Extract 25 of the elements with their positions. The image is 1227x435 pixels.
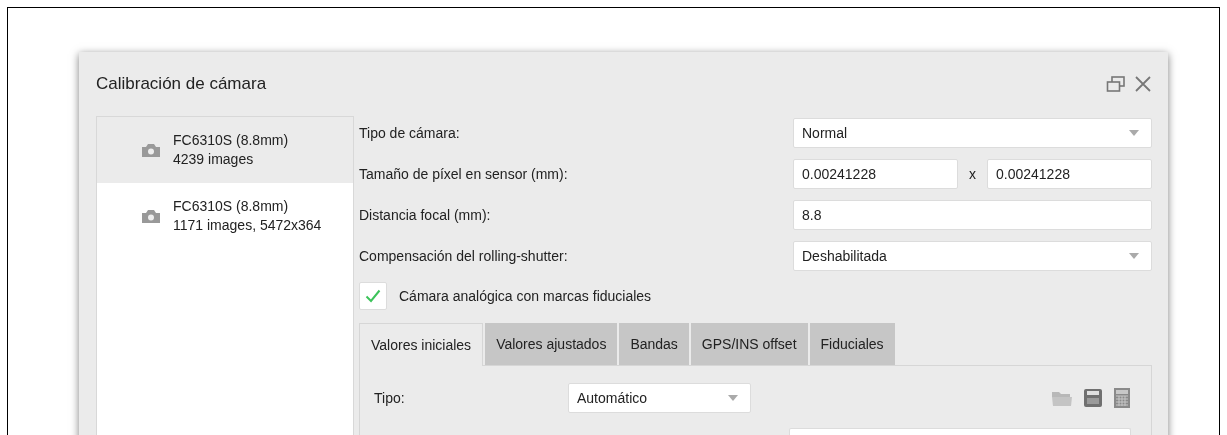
field-label: Distancia focal (mm): [359,207,491,223]
input-field[interactable]: 0.00241228 [793,159,958,189]
camera-name: FC6310S (8.8mm) [173,197,290,216]
field-label: Tamaño de píxel en sensor (mm): [359,166,568,182]
camera-details: 4239 images [173,150,255,169]
tab[interactable]: GPS/INS offset [690,323,808,365]
field-label: Tipo: [374,389,406,406]
input-field[interactable]: 0.00241228 [987,159,1152,189]
camera-details: 1171 images, 5472x364 [173,216,322,235]
dropdown[interactable]: Automático [568,382,751,413]
field-label: Compensación del rolling-shutter: [359,248,568,264]
camera-item[interactable]: FC6310S (8.8mm) 4239 images [97,117,353,183]
input-field[interactable]: 8.8 [793,200,1152,230]
window-title: Calibración de cámara [96,74,267,94]
checkbox-label: Cámara analógica con marcas fiduciales [399,288,652,304]
separator-text: x [968,166,977,182]
tab[interactable]: Valores iniciales [359,323,484,366]
tab[interactable]: Valores ajustados [485,323,618,365]
tab[interactable]: Bandas [619,323,689,365]
camera-name: FC6310S (8.8mm) [173,131,289,150]
dropdown[interactable]: Normal [793,118,1152,148]
dropdown[interactable]: Deshabilitada [793,241,1152,271]
tab[interactable]: Fiduciales [809,323,895,365]
field-label: Tipo de cámara: [359,125,460,141]
camera-item[interactable]: FC6310S (8.8mm) 1171 images, 5472x364 [97,183,353,249]
